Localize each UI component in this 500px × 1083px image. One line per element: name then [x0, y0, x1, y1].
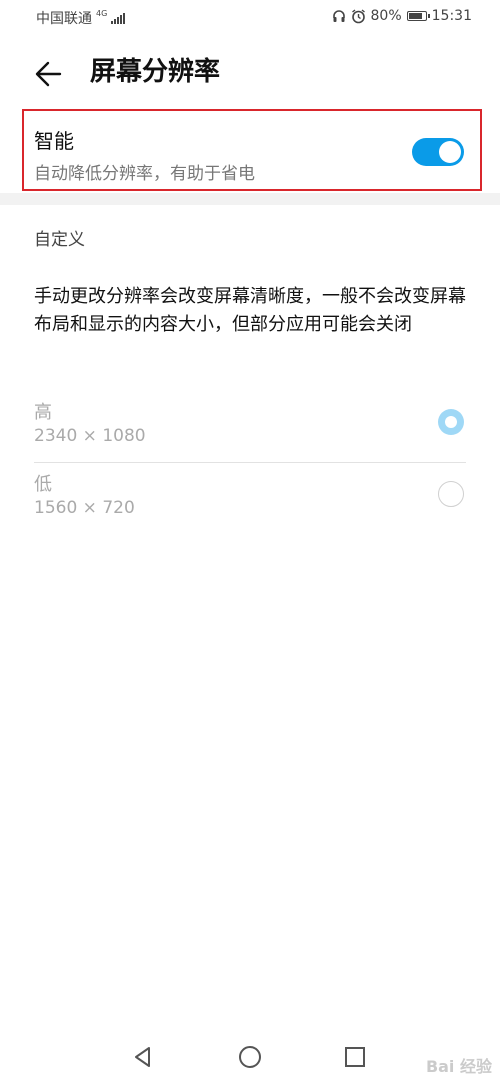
option-high[interactable]: 高 2340 × 1080: [34, 396, 466, 463]
option-resolution: 1560 × 720: [34, 498, 135, 518]
nav-back-button[interactable]: [128, 1042, 158, 1072]
battery-level: 80%: [370, 8, 402, 24]
option-name: 低: [34, 474, 52, 495]
section-divider: [0, 193, 500, 205]
smart-title: 智能: [34, 129, 74, 153]
toggle-knob: [439, 141, 461, 163]
status-right: 80% 15:31: [332, 8, 472, 24]
nav-home-icon: [239, 1046, 261, 1068]
clock: 15:31: [431, 8, 472, 24]
status-bar: 中国联通 4G 80% 15:31: [0, 0, 500, 34]
nav-back-icon: [135, 1047, 150, 1067]
option-name: 高: [34, 402, 52, 423]
back-button[interactable]: [30, 54, 70, 94]
back-arrow-icon: [35, 61, 62, 87]
nav-recent-icon: [345, 1047, 365, 1067]
smart-toggle[interactable]: [412, 138, 464, 166]
nav-home-button[interactable]: [235, 1042, 265, 1072]
option-resolution: 2340 × 1080: [34, 426, 146, 446]
status-left: 中国联通 4G: [36, 8, 126, 28]
battery-icon: [406, 11, 430, 21]
header: 屏幕分辨率: [0, 40, 500, 104]
smart-description: 自动降低分辨率，有助于省电: [34, 164, 255, 184]
radio-unselected[interactable]: [438, 481, 464, 507]
watermark: Bai 经验: [425, 1057, 492, 1076]
smart-resolution-row[interactable]: 智能 自动降低分辨率，有助于省电: [22, 109, 482, 191]
custom-explanation: 手动更改分辨率会改变屏幕清晰度，一般不会改变屏幕布局和显示的内容大小，但部分应用…: [34, 286, 466, 335]
option-low[interactable]: 低 1560 × 720: [34, 468, 466, 534]
carrier-label: 中国联通: [36, 11, 92, 27]
signal-icon: [111, 12, 126, 24]
network-type: 4G: [96, 9, 108, 18]
page-title: 屏幕分辨率: [90, 57, 221, 87]
headset-icon: [332, 10, 345, 22]
nav-recent-button[interactable]: [340, 1042, 370, 1072]
alarm-icon: [351, 8, 365, 23]
custom-section-label: 自定义: [34, 230, 85, 250]
radio-selected[interactable]: [438, 409, 464, 435]
